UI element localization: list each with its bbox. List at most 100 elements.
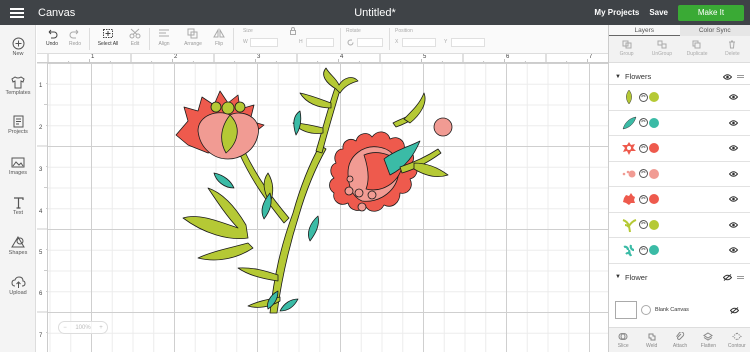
- ungroup-button[interactable]: UnGroup: [644, 36, 679, 62]
- ruler-number: 3: [39, 167, 43, 173]
- blank-canvas-row[interactable]: Blank Canvas: [609, 299, 750, 321]
- zoom-control: − 100% +: [58, 321, 108, 334]
- cut-icon[interactable]: ✂: [639, 169, 648, 179]
- eye-icon[interactable]: [729, 247, 738, 253]
- eye-icon[interactable]: [729, 145, 738, 151]
- eye-hidden-icon[interactable]: [723, 273, 732, 281]
- sidebar-item-images[interactable]: Images: [0, 156, 36, 176]
- dots-icon: [622, 170, 636, 178]
- eye-icon[interactable]: [729, 94, 738, 100]
- ruler-number: 2: [39, 125, 43, 131]
- flatten-icon: [703, 332, 714, 341]
- canvas-color-swatch[interactable]: [641, 305, 651, 315]
- layer-item[interactable]: ✂: [609, 111, 750, 136]
- sidebar-item-shapes[interactable]: Shapes: [0, 236, 36, 256]
- sidebar-item-templates[interactable]: Templates: [0, 76, 36, 96]
- app-title: Canvas: [38, 6, 76, 19]
- caret-down-icon[interactable]: ▼: [615, 274, 621, 280]
- eye-icon[interactable]: [729, 171, 738, 177]
- layer-item[interactable]: ✂: [609, 136, 750, 162]
- eye-icon[interactable]: [729, 120, 738, 126]
- color-swatch[interactable]: [649, 117, 659, 128]
- x-position-field[interactable]: [402, 38, 436, 47]
- design-canvas[interactable]: − 100% +: [48, 63, 608, 352]
- rotate-field[interactable]: [357, 38, 383, 47]
- layer-item[interactable]: ✂: [609, 238, 750, 264]
- document-title[interactable]: Untitled*: [354, 7, 396, 19]
- color-swatch[interactable]: [649, 219, 659, 230]
- zoom-value: 100%: [75, 324, 91, 331]
- zoom-out-button[interactable]: −: [59, 325, 71, 331]
- zoom-in-button[interactable]: +: [95, 325, 107, 331]
- color-swatch[interactable]: [649, 194, 659, 205]
- width-field[interactable]: [250, 38, 278, 47]
- layer-group-flower[interactable]: ▼ Flower: [609, 269, 750, 285]
- color-swatch[interactable]: [649, 168, 659, 179]
- arrange-button[interactable]: Arrange: [179, 28, 207, 47]
- slice-button[interactable]: Slice: [609, 328, 637, 352]
- eye-icon[interactable]: [729, 222, 738, 228]
- attach-icon: [676, 332, 685, 340]
- layer-tools: Group UnGroup Duplicate Delete: [609, 36, 750, 63]
- weld-button[interactable]: Weld: [637, 328, 665, 352]
- slice-icon: [618, 333, 628, 340]
- make-it-button[interactable]: Make It: [678, 4, 744, 21]
- layer-item[interactable]: ✂: [609, 85, 750, 111]
- menu-icon[interactable]: [10, 6, 24, 20]
- lock-icon[interactable]: [289, 27, 297, 35]
- cut-icon[interactable]: ✂: [639, 92, 648, 102]
- sidebar-item-projects[interactable]: Projects: [0, 115, 36, 135]
- cut-icon[interactable]: ✂: [639, 118, 648, 128]
- my-projects-link[interactable]: My Projects: [594, 8, 639, 17]
- select-all-button[interactable]: Select All: [95, 28, 121, 47]
- size-label: Size: [243, 28, 253, 34]
- color-swatch[interactable]: [649, 92, 659, 103]
- shapes-icon: [11, 236, 25, 248]
- flower-artwork[interactable]: [48, 63, 608, 352]
- flatten-button[interactable]: Flatten: [694, 328, 722, 352]
- eye-icon[interactable]: [723, 73, 732, 80]
- top-bar: Canvas Untitled* My Projects Save Make I…: [0, 0, 750, 25]
- drag-handle-icon[interactable]: [737, 275, 744, 280]
- sidebar-item-new[interactable]: New: [0, 37, 36, 57]
- branch-icon: [623, 244, 635, 257]
- y-position-field[interactable]: [451, 38, 485, 47]
- y-label: Y: [444, 39, 448, 45]
- cut-icon[interactable]: ✂: [639, 143, 648, 153]
- undo-button[interactable]: Undo: [43, 28, 61, 47]
- images-icon: [11, 157, 25, 168]
- align-button[interactable]: Align: [155, 28, 173, 47]
- delete-button[interactable]: Delete: [715, 36, 750, 62]
- sidebar-item-text[interactable]: Text: [0, 196, 36, 216]
- eye-icon[interactable]: [729, 196, 738, 202]
- contour-button[interactable]: Contour: [723, 328, 750, 352]
- tab-color-sync[interactable]: Color Sync: [679, 25, 750, 36]
- tab-layers[interactable]: Layers: [609, 25, 680, 36]
- drag-handle-icon[interactable]: [737, 74, 744, 79]
- sidebar-label: Images: [8, 170, 28, 176]
- sidebar-label: Shapes: [8, 250, 28, 256]
- layer-item[interactable]: ✂: [609, 162, 750, 187]
- cut-icon[interactable]: ✂: [639, 220, 648, 230]
- duplicate-button[interactable]: Duplicate: [680, 36, 715, 62]
- eye-hidden-icon[interactable]: [730, 306, 739, 314]
- attach-button[interactable]: Attach: [666, 328, 694, 352]
- panel-tabs: Layers Color Sync: [609, 25, 750, 36]
- layer-group-flowers[interactable]: ▼ Flowers: [609, 69, 750, 84]
- cut-icon[interactable]: ✂: [639, 194, 648, 204]
- ruler-number: 4: [340, 54, 344, 60]
- redo-button[interactable]: Redo: [67, 28, 83, 47]
- caret-down-icon[interactable]: ▼: [615, 74, 621, 80]
- layer-item[interactable]: ✂: [609, 187, 750, 213]
- color-swatch[interactable]: [649, 245, 659, 256]
- flip-button[interactable]: Flip: [211, 28, 227, 47]
- edit-button[interactable]: Edit: [125, 28, 145, 47]
- sidebar-item-upload[interactable]: Upload: [0, 276, 36, 296]
- color-swatch[interactable]: [649, 143, 659, 154]
- layer-item[interactable]: ✂: [609, 213, 750, 238]
- group-button[interactable]: Group: [609, 36, 644, 62]
- save-button[interactable]: Save: [649, 8, 668, 17]
- plus-icon: [12, 37, 24, 50]
- height-field[interactable]: [306, 38, 334, 47]
- cut-icon[interactable]: ✂: [639, 245, 648, 255]
